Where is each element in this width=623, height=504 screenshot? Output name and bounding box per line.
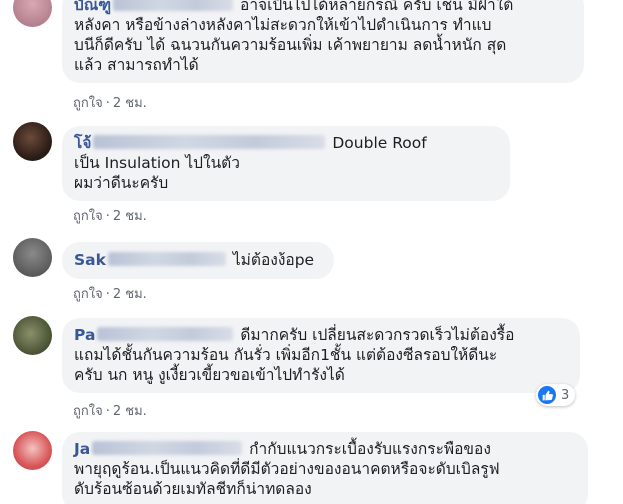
- comment-meta: ถูกใจ · 2 ชม.: [73, 287, 147, 302]
- reaction-badge[interactable]: 3: [536, 384, 576, 406]
- commenter-name[interactable]: Ja: [74, 440, 90, 458]
- like-reaction-icon: [538, 386, 556, 404]
- timestamp[interactable]: 2 ชม.: [113, 287, 147, 302]
- comment-meta: ถูกใจ · 2 ชม.: [73, 209, 147, 224]
- comment-text-line: บนีก็ดีครับ ได้ ฉนวนกันความร้อนเพิ่ม เค้…: [74, 36, 507, 54]
- commenter-name[interactable]: Pa: [74, 326, 95, 344]
- comment-text-line: แถมได้ชั้นกันความร้อน กันรั่ว เพิ่มอีก1ช…: [74, 346, 498, 364]
- comment-text-line: แล้ว สามารถทำได้: [74, 56, 199, 74]
- comment-meta: ถูกใจ · 2 ชม.: [73, 404, 147, 419]
- comment-text-line: ผมว่าดีนะครับ: [74, 174, 169, 192]
- comment-text-line: ดีมากครับ เปลี่ยนสะดวกรวดเร็วไม่ต้องรื้อ: [240, 326, 515, 344]
- timestamp[interactable]: 2 ชม.: [113, 96, 147, 111]
- comment-bubble: บัณฑู อาจเป็นไปได้หลายกรณี ครับ เช่น มีฝ…: [62, 0, 584, 83]
- like-link[interactable]: ถูกใจ: [73, 96, 103, 111]
- comment-text-line: เป็น Insulation ไปในตัว: [74, 154, 240, 172]
- comment-bubble: Sak ไม่ต้องง้อpe: [62, 242, 334, 279]
- comment-bubble: Pa ดีมากครับ เปลี่ยนสะดวกรวดเร็วไม่ต้องร…: [62, 318, 580, 393]
- like-link[interactable]: ถูกใจ: [73, 209, 103, 224]
- commenter-name[interactable]: Sak: [74, 251, 106, 269]
- blurred-name: [107, 252, 226, 266]
- comment-text-line: พายุฤดูร้อน.เป็นแนวคิดที่ดีมีตัวอย่างของ…: [74, 460, 500, 478]
- comment-text-line: ครับ นก หนู งูเงี้ยวเขี้ยวขอเข้าไปทำรังไ…: [74, 366, 345, 384]
- avatar[interactable]: [13, 431, 52, 470]
- reaction-count: 3: [561, 387, 570, 403]
- comment-meta: ถูกใจ · 2 ชม.: [73, 96, 147, 111]
- commenter-name[interactable]: โจ้: [74, 134, 91, 152]
- avatar[interactable]: [13, 0, 52, 27]
- blurred-name: [97, 327, 234, 341]
- comment-text-line: Double Roof: [332, 134, 427, 152]
- avatar[interactable]: [13, 238, 52, 277]
- like-link[interactable]: ถูกใจ: [73, 287, 103, 302]
- comment-text-line: ดับร้อนซ้อนด้วยเมทัลชีทก็น่าทดลอง: [74, 480, 312, 498]
- timestamp[interactable]: 2 ชม.: [113, 209, 147, 224]
- avatar[interactable]: [13, 316, 52, 355]
- comment-text-line: กำกับแนวกระเบื้องรับแรงกระพือของ: [249, 440, 491, 458]
- comment-text-line: หลังคา หรือข้างล่างหลังคาไม่สะดวกให้เข้า…: [74, 16, 492, 34]
- comment-text-line: อาจเป็นไปได้หลายกรณี ครับ เช่น มีฝ้าใต้: [240, 0, 514, 14]
- blurred-name: [92, 441, 243, 455]
- comment-bubble: โจ้ Double Roof เป็น Insulation ไปในตัว …: [62, 126, 510, 201]
- commenter-name[interactable]: บัณฑู: [74, 0, 111, 14]
- timestamp[interactable]: 2 ชม.: [113, 404, 147, 419]
- like-link[interactable]: ถูกใจ: [73, 404, 103, 419]
- comment-text: ไม่ต้องง้อpe: [232, 251, 315, 269]
- blurred-name: [113, 0, 234, 11]
- avatar[interactable]: [13, 122, 52, 161]
- comment-bubble: Ja กำกับแนวกระเบื้องรับแรงกระพือของ พายุ…: [62, 432, 588, 504]
- blurred-name: [93, 135, 326, 149]
